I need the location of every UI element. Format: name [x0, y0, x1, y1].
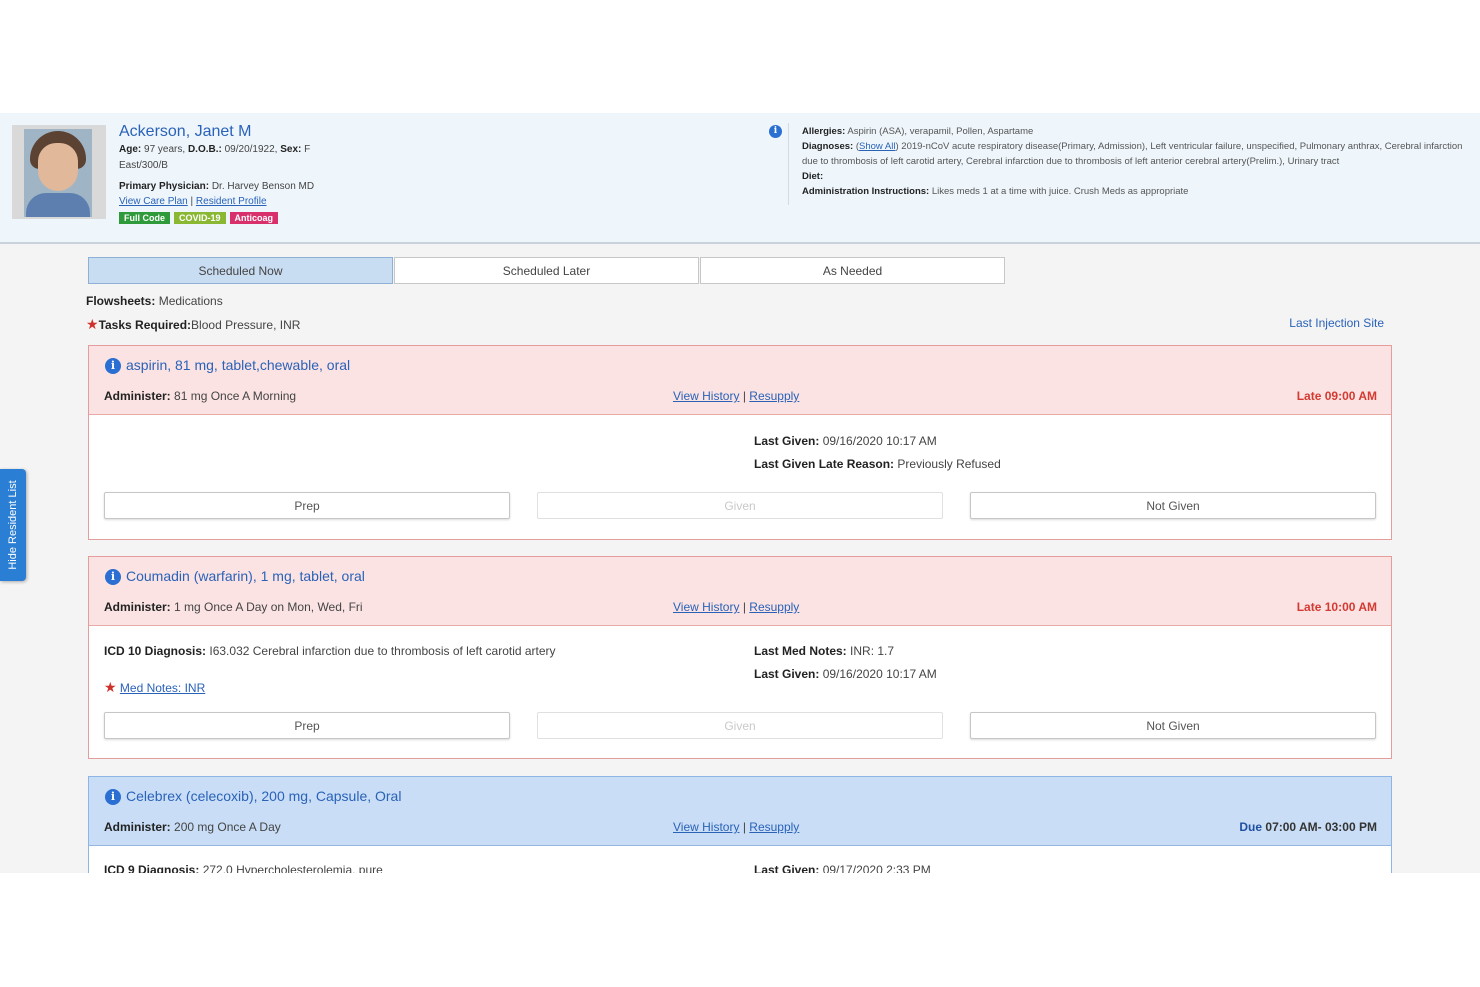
last-given: Last Given: 09/16/2020 10:17 AM: [754, 434, 937, 448]
tab-scheduled-later[interactable]: Scheduled Later: [394, 257, 699, 284]
hide-resident-list-tab[interactable]: Hide Resident List: [0, 469, 26, 581]
late-reason: Last Given Late Reason: Previously Refus…: [754, 457, 1001, 471]
allergies: Allergies: Aspirin (ASA), verapamil, Pol…: [802, 126, 1034, 137]
med-notes-inr-link[interactable]: Med Notes: INR: [120, 681, 205, 695]
last-given: Last Given: 09/16/2020 10:17 AM: [754, 667, 937, 681]
status-label: Due 07:00 AM- 03:00 PM: [1239, 820, 1377, 834]
covid-badge: COVID-19: [174, 212, 226, 224]
med-links: View History | Resupply: [673, 820, 800, 834]
required-star-icon: ★: [86, 316, 99, 332]
flowsheets: Flowsheets: Medications: [86, 294, 223, 308]
status-badges: Full Code COVID-19 Anticoag: [119, 212, 279, 224]
view-history-link[interactable]: View History: [673, 389, 739, 403]
med-title[interactable]: aspirin, 81 mg, tablet,chewable, oral: [126, 357, 350, 373]
status-label: Late 10:00 AM: [1296, 600, 1377, 614]
last-given: Last Given: 09/17/2020 2:33 PM: [754, 863, 931, 873]
resident-room: East/300/B: [119, 160, 168, 171]
diet: Diet:: [802, 171, 824, 182]
prep-button[interactable]: Prep: [104, 492, 510, 519]
administration-instructions: Administration Instructions: Likes meds …: [802, 186, 1189, 197]
resident-header: Ackerson, Janet M Age: 97 years, D.O.B.:…: [0, 113, 1480, 244]
last-injection-site-link[interactable]: Last Injection Site: [1289, 316, 1384, 330]
view-history-link[interactable]: View History: [673, 820, 739, 834]
resupply-link[interactable]: Resupply: [749, 820, 799, 834]
administer-instructions: Administer: 1 mg Once A Day on Mon, Wed,…: [104, 600, 363, 614]
tasks-required: ★Tasks Required:Blood Pressure, INR: [86, 316, 301, 332]
med-links: View History | Resupply: [673, 600, 800, 614]
resident-photo: [12, 125, 106, 219]
resident-links: View Care Plan | Resident Profile: [119, 196, 267, 207]
resident-demographics: Age: 97 years, D.O.B.: 09/20/1922, Sex: …: [119, 144, 311, 155]
tab-as-needed[interactable]: As Needed: [700, 257, 1005, 284]
not-given-button[interactable]: Not Given: [970, 712, 1376, 739]
primary-physician: Primary Physician: Dr. Harvey Benson MD: [119, 181, 315, 192]
view-care-plan-link[interactable]: View Care Plan: [119, 196, 188, 207]
icd10-diagnosis: ICD 10 Diagnosis: I63.032 Cerebral infar…: [104, 644, 556, 658]
not-given-button[interactable]: Not Given: [970, 492, 1376, 519]
med-card-celebrex: i Celebrex (celecoxib), 200 mg, Capsule,…: [88, 776, 1392, 873]
tab-scheduled-now[interactable]: Scheduled Now: [88, 257, 393, 284]
administer-instructions: Administer: 200 mg Once A Day: [104, 820, 281, 834]
diagnoses: Diagnoses: (Show All) 2019-nCoV acute re…: [802, 141, 1463, 167]
resident-name[interactable]: Ackerson, Janet M: [119, 123, 252, 141]
resupply-link[interactable]: Resupply: [749, 600, 799, 614]
prep-button[interactable]: Prep: [104, 712, 510, 739]
view-history-link[interactable]: View History: [673, 600, 739, 614]
icd9-diagnosis: ICD 9 Diagnosis: 272.0 Hypercholesterole…: [104, 863, 383, 873]
anticoag-badge: Anticoag: [229, 212, 279, 224]
med-card-coumadin: i Coumadin (warfarin), 1 mg, tablet, ora…: [88, 556, 1392, 759]
resident-profile-link[interactable]: Resident Profile: [196, 196, 267, 207]
given-button[interactable]: Given: [537, 492, 943, 519]
info-icon[interactable]: i: [769, 125, 782, 138]
full-code-badge: Full Code: [119, 212, 170, 224]
med-title[interactable]: Celebrex (celecoxib), 200 mg, Capsule, O…: [126, 788, 401, 804]
med-title[interactable]: Coumadin (warfarin), 1 mg, tablet, oral: [126, 568, 365, 584]
required-star-icon: ★: [104, 679, 117, 695]
administer-instructions: Administer: 81 mg Once A Morning: [104, 389, 297, 403]
info-icon[interactable]: i: [105, 569, 121, 585]
given-button[interactable]: Given: [537, 712, 943, 739]
info-icon[interactable]: i: [105, 789, 121, 805]
med-card-aspirin: i aspirin, 81 mg, tablet,chewable, oral …: [88, 345, 1392, 540]
header-divider: [788, 123, 789, 205]
resupply-link[interactable]: Resupply: [749, 389, 799, 403]
schedule-tabs: Scheduled Now Scheduled Later As Needed: [88, 257, 1006, 284]
medication-pass-panel: Scheduled Now Scheduled Later As Needed …: [0, 244, 1480, 873]
info-icon[interactable]: i: [105, 358, 121, 374]
status-label: Late 09:00 AM: [1296, 389, 1377, 403]
show-all-link[interactable]: Show All: [859, 141, 895, 152]
med-links: View History | Resupply: [673, 389, 800, 403]
last-med-notes: Last Med Notes: INR: 1.7: [754, 644, 895, 658]
med-notes: ★ Med Notes: INR: [104, 679, 205, 696]
